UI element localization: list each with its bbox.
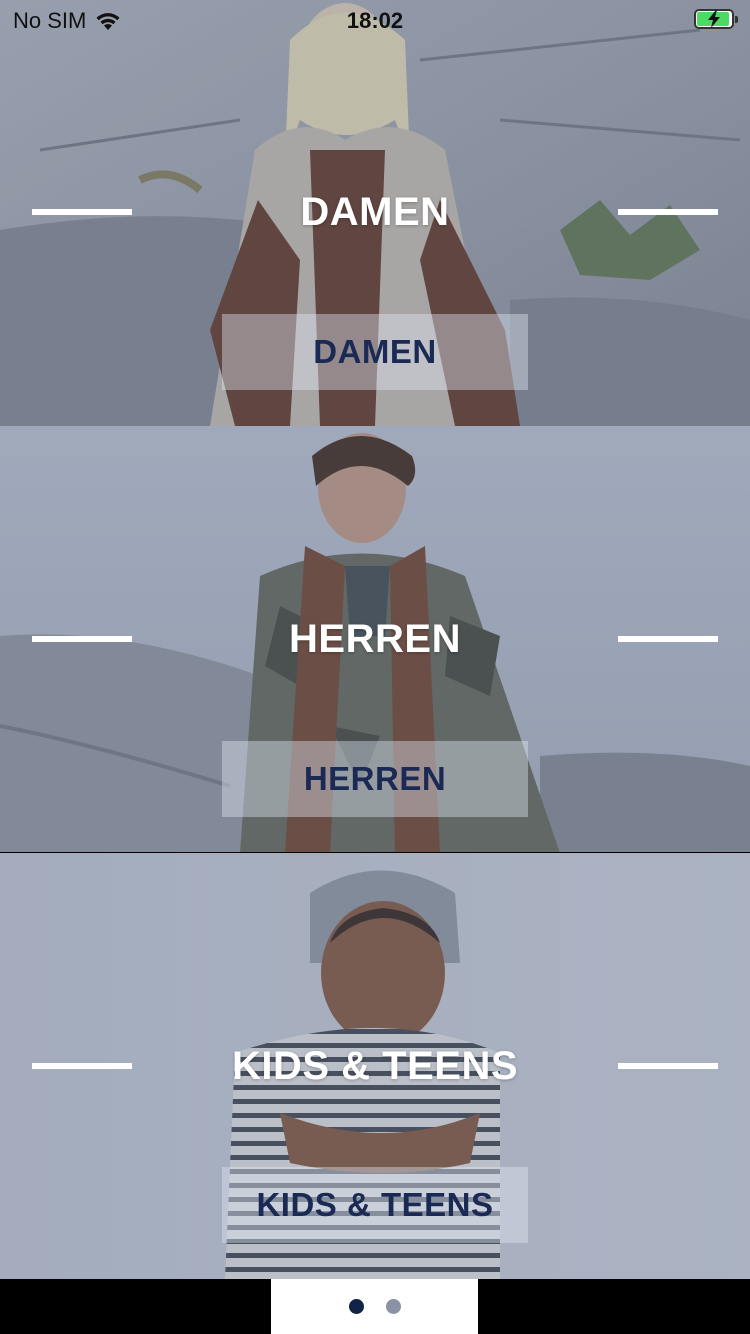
page-indicator bbox=[271, 1279, 478, 1334]
damen-button[interactable]: DAMEN bbox=[222, 314, 528, 390]
category-panel-herren[interactable]: HERREN HERREN bbox=[0, 426, 750, 852]
kids-teens-button[interactable]: KIDS & TEENS bbox=[222, 1167, 528, 1243]
category-heading-herren: HERREN bbox=[289, 617, 461, 661]
category-heading-damen: DAMEN bbox=[300, 190, 450, 234]
status-bar: No SIM 18:02 bbox=[0, 0, 750, 40]
charging-bolt-icon bbox=[708, 10, 720, 28]
page-dot-2[interactable] bbox=[385, 1299, 401, 1314]
battery-icon bbox=[694, 9, 738, 31]
herren-button[interactable]: HERREN bbox=[222, 741, 528, 817]
app-screen: No SIM 18:02 DAMEN DAMEN HERREN HERREN K… bbox=[0, 0, 750, 1334]
category-panel-damen[interactable]: DAMEN DAMEN bbox=[0, 0, 750, 426]
status-time: 18:02 bbox=[346, 8, 404, 33]
category-heading-kids-teens: KIDS & TEENS bbox=[231, 1044, 519, 1088]
category-panel-kids-teens[interactable]: KIDS & TEENS KIDS & TEENS bbox=[0, 853, 750, 1279]
page-dot-1[interactable] bbox=[348, 1299, 364, 1314]
